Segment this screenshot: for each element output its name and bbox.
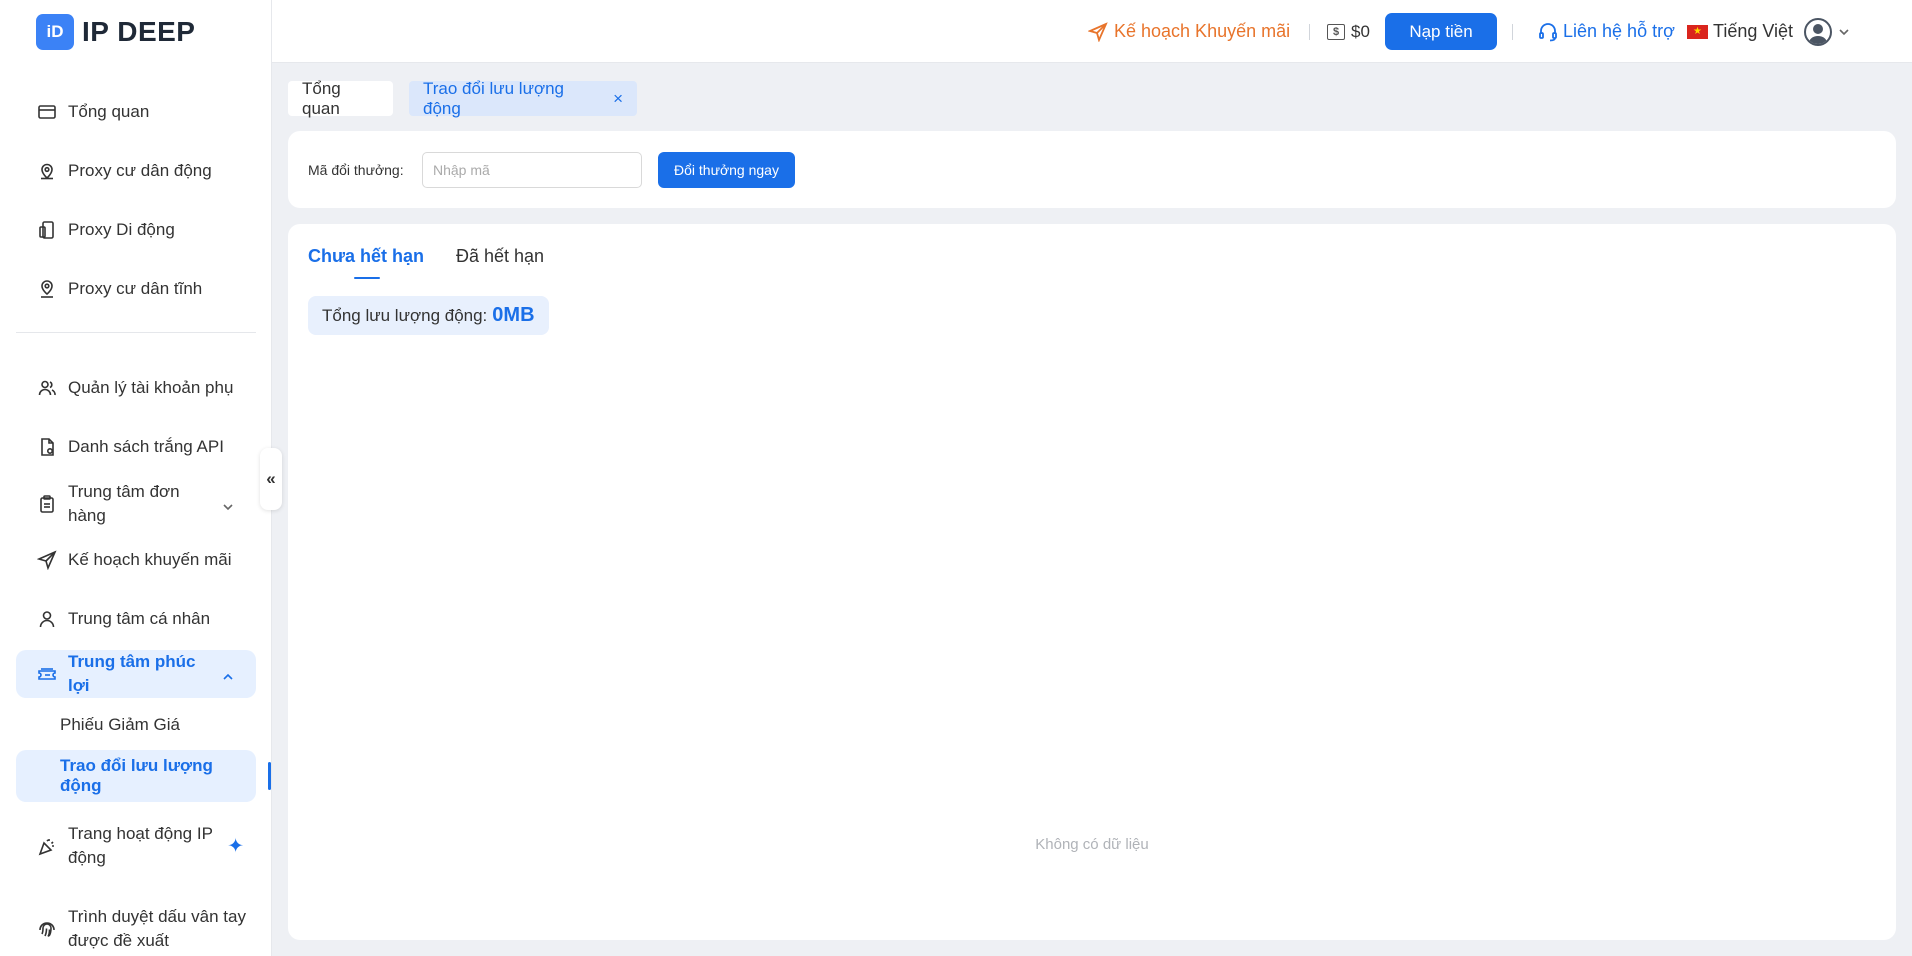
- sidebar-item-mobile[interactable]: Proxy Di động: [16, 218, 256, 242]
- headset-icon: [1539, 22, 1557, 41]
- submenu-item-label: Phiếu Giảm Giá: [60, 715, 180, 734]
- card-icon: [36, 101, 58, 123]
- top-header: Kế hoạch Khuyến mãi $ $0 Nạp tiền Liên h…: [272, 0, 1912, 63]
- sidebar-item-dynamic-ip-activity[interactable]: Trang hoạt động IP động ✦: [16, 822, 256, 870]
- location-pin-icon: [36, 160, 58, 182]
- total-traffic-value: 0MB: [492, 304, 535, 326]
- redeem-panel: Mã đổi thưởng: Đổi thưởng ngay: [288, 131, 1896, 208]
- users-icon: [36, 377, 58, 399]
- redeem-now-button[interactable]: Đổi thưởng ngay: [658, 152, 795, 188]
- sidebar-item-label: Trình duyệt dấu vân tay được đề xuất: [68, 907, 246, 950]
- support-label: Liên hệ hỗ trợ: [1563, 21, 1675, 41]
- total-traffic-badge: Tổng lưu lượng động: 0MB: [308, 296, 549, 335]
- promotion-link[interactable]: Kế hoạch Khuyến mãi: [1088, 0, 1290, 63]
- sidebar-item-promotion-plan[interactable]: Kế hoạch khuyến mãi: [16, 548, 256, 572]
- file-icon: [36, 436, 58, 458]
- empty-state-text: Không có dữ liệu: [1035, 836, 1149, 853]
- redeem-code-input[interactable]: [422, 152, 642, 188]
- sidebar-item-overview[interactable]: Tổng quan: [16, 100, 256, 124]
- submenu-item-label: Trao đổi lưu lượng động: [60, 756, 213, 795]
- user-icon: [36, 608, 58, 630]
- wallet-icon: $: [1327, 23, 1345, 40]
- sidebar-collapse-button[interactable]: «: [260, 448, 282, 510]
- header-divider: [1512, 24, 1513, 40]
- tab-label: Trao đổi lưu lượng động: [423, 78, 565, 118]
- tab-label: Tổng quan: [302, 78, 341, 118]
- header-divider: [1309, 24, 1310, 40]
- promotion-label: Kế hoạch Khuyến mãi: [1114, 21, 1291, 41]
- tab-overview[interactable]: Tổng quan: [288, 78, 393, 118]
- language-selector[interactable]: ★ Tiếng Việt: [1687, 0, 1793, 63]
- fingerprint-icon: [36, 918, 58, 940]
- sparkle-icon: ✦: [227, 835, 244, 858]
- ticket-icon: [36, 663, 58, 685]
- sidebar: iD IP DEEP Tổng quan Proxy cư dân động P…: [0, 0, 272, 956]
- tab-expired[interactable]: Đã hết hạn: [456, 246, 544, 267]
- send-icon: [36, 549, 58, 571]
- language-label: Tiếng Việt: [1713, 21, 1794, 41]
- traffic-list-panel: Chưa hết hạn Đã hết hạn Tổng lưu lượng đ…: [288, 224, 1896, 940]
- send-icon: [1088, 21, 1108, 42]
- sidebar-item-label: Trung tâm đơn hàng: [68, 482, 180, 525]
- sidebar-item-label: Danh sách trắng API: [68, 437, 224, 456]
- vietnam-flag-icon: ★: [1687, 24, 1708, 39]
- sidebar-item-label: Trung tâm cá nhân: [68, 609, 211, 628]
- sidebar-item-api-whitelist[interactable]: Danh sách trắng API: [16, 435, 256, 459]
- brand-logo[interactable]: iD IP DEEP: [36, 14, 195, 50]
- sidebar-item-dynamic-residential[interactable]: Proxy cư dân động: [16, 159, 256, 183]
- sidebar-item-label: Tổng quan: [68, 102, 150, 121]
- active-tab-underline: [354, 277, 380, 279]
- redeem-code-label: Mã đổi thưởng:: [308, 161, 404, 178]
- sidebar-item-label: Quản lý tài khoản phụ: [68, 378, 234, 397]
- sidebar-item-welfare-center[interactable]: Trung tâm phúc lợi: [16, 650, 256, 698]
- active-indicator: [268, 762, 271, 790]
- total-traffic-label: Tổng lưu lượng động:: [322, 305, 488, 325]
- sidebar-item-personal-center[interactable]: Trung tâm cá nhân: [16, 607, 256, 631]
- sidebar-divider: [16, 332, 256, 333]
- sidebar-item-label: Trang hoạt động IP động: [68, 824, 213, 867]
- balance-value: $0: [1351, 21, 1370, 41]
- tab-traffic-exchange[interactable]: Trao đổi lưu lượng động ×: [409, 78, 637, 118]
- sidebar-item-label: Trung tâm phúc lợi: [68, 652, 196, 695]
- sidebar-item-label: Proxy Di động: [68, 220, 175, 239]
- submenu-item-coupons[interactable]: Phiếu Giảm Giá: [16, 713, 256, 737]
- avatar: [1804, 17, 1832, 46]
- sidebar-item-sub-accounts[interactable]: Quản lý tài khoản phụ: [16, 376, 256, 400]
- chevron-down-icon: [1839, 28, 1849, 35]
- chevron-down-icon: [222, 498, 234, 511]
- sidebar-item-static-residential[interactable]: Proxy cư dân tĩnh: [16, 277, 256, 301]
- balance-display: $ $0: [1327, 0, 1370, 63]
- sidebar-item-label: Proxy cư dân tĩnh: [68, 279, 203, 298]
- clipboard-icon: [36, 493, 58, 515]
- mobile-icon: [36, 219, 58, 241]
- submenu-item-traffic-exchange[interactable]: Trao đổi lưu lượng động: [16, 750, 256, 802]
- support-link[interactable]: Liên hệ hỗ trợ: [1538, 0, 1675, 63]
- sidebar-item-fingerprint-browser[interactable]: Trình duyệt dấu vân tay được đề xuất: [16, 905, 256, 953]
- close-icon[interactable]: ×: [613, 89, 623, 109]
- tab-not-expired[interactable]: Chưa hết hạn: [308, 246, 424, 267]
- sidebar-item-order-center[interactable]: Trung tâm đơn hàng: [16, 480, 256, 528]
- user-menu[interactable]: [1804, 0, 1850, 63]
- sidebar-item-label: Proxy cư dân động: [68, 161, 212, 180]
- sidebar-item-label: Kế hoạch khuyến mãi: [68, 550, 232, 569]
- brand-name: IP DEEP: [82, 16, 196, 47]
- location-icon: [36, 278, 58, 300]
- logo-icon: iD: [36, 14, 74, 50]
- chevron-up-icon: [222, 668, 234, 680]
- topup-button[interactable]: Nạp tiền: [1385, 13, 1497, 50]
- party-icon: [36, 835, 58, 857]
